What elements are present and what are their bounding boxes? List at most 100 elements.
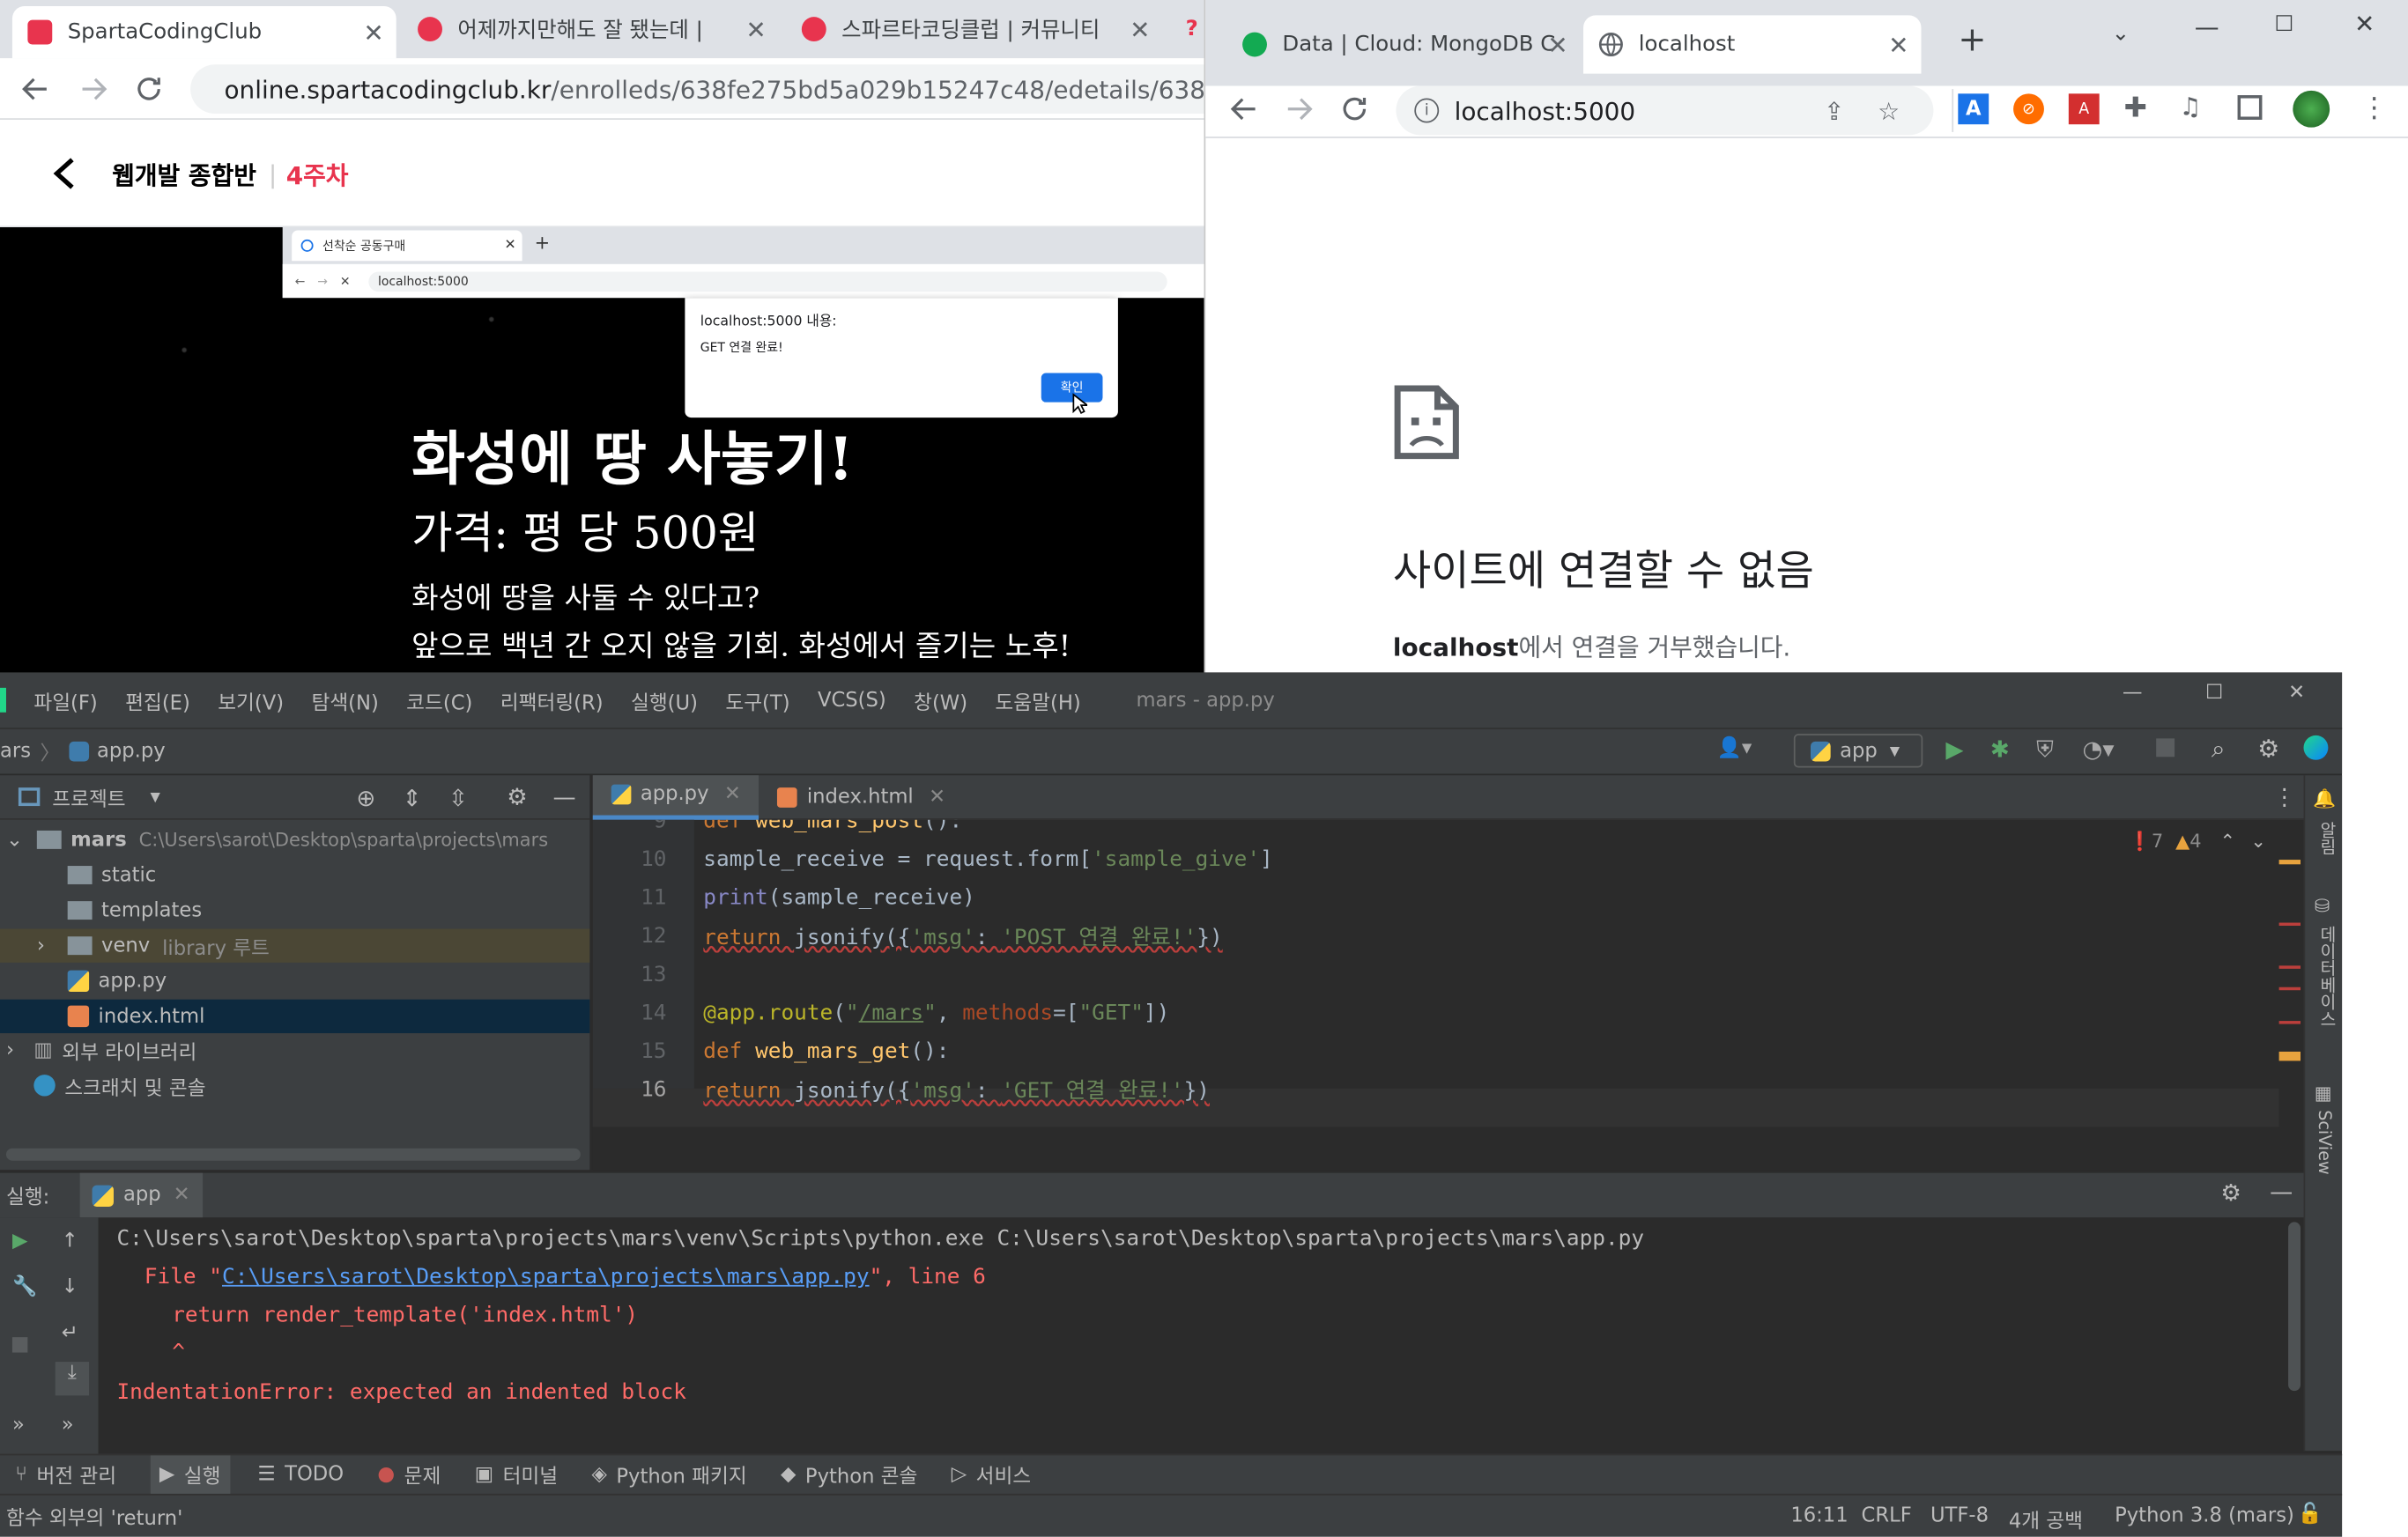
right-address-bar[interactable]: i localhost:5000 ⇪ ☆: [1396, 85, 1934, 136]
status-interpreter[interactable]: Python 3.8 (mars): [2115, 1504, 2294, 1527]
more-actions-icon[interactable]: »: [62, 1414, 74, 1437]
scroll-up-icon[interactable]: ↑: [62, 1230, 78, 1253]
back-chevron-icon[interactable]: [51, 157, 78, 190]
project-horizontal-scrollbar[interactable]: [5, 1148, 581, 1161]
tool-tab-python-console[interactable]: Python 콘솔: [805, 1460, 917, 1489]
left-address-bar[interactable]: online.spartacodingclub.kr/enrolleds/638…: [190, 64, 1235, 114]
close-tab-icon[interactable]: ✕: [1130, 15, 1150, 44]
close-tab-icon[interactable]: ✕: [363, 18, 383, 47]
tool-tab-run[interactable]: ▶ 실행: [150, 1454, 230, 1495]
run-tab-app[interactable]: app ✕: [80, 1172, 203, 1218]
collapse-all-icon[interactable]: ⇳: [448, 785, 468, 812]
tool-tab-vcs[interactable]: 버전 관리: [37, 1460, 117, 1489]
settings-gear-icon[interactable]: ⚙: [2257, 734, 2279, 763]
tab-mongodb[interactable]: Data | Cloud: MongoDB C ✕: [1227, 21, 1581, 67]
lecture-video[interactable]: 선착순 공동구매 ✕ + ← → ✕ localhost:5000 localh…: [0, 226, 1204, 676]
reload-icon[interactable]: [132, 72, 166, 106]
ide-minimize-icon[interactable]: —: [2123, 682, 2143, 705]
tool-tab-services[interactable]: 서비스: [976, 1460, 1032, 1489]
close-editor-tab-icon[interactable]: ✕: [724, 783, 741, 806]
scroll-to-end-icon[interactable]: ⤓: [55, 1362, 90, 1396]
run-config-selector[interactable]: app ▾: [1793, 734, 1923, 768]
tree-index-html[interactable]: index.html: [0, 999, 590, 1034]
tool-tab-problems[interactable]: 문제: [404, 1460, 441, 1489]
menu-view[interactable]: 보기(V): [218, 685, 284, 714]
profile-avatar[interactable]: [2293, 90, 2330, 128]
tool-tab-todo[interactable]: TODO: [285, 1463, 344, 1486]
maximize-icon[interactable]: ☐: [2274, 12, 2293, 37]
menu-vcs[interactable]: VCS(S): [818, 689, 886, 712]
breadcrumb-file[interactable]: app.py: [97, 740, 166, 763]
vcs-user-icon[interactable]: 👤▾: [1717, 737, 1752, 760]
expand-chevron-icon[interactable]: ⌄: [6, 828, 25, 851]
extensions-puzzle-icon[interactable]: ✚: [2124, 92, 2147, 125]
forward-arrow-icon[interactable]: [77, 72, 110, 106]
status-encoding[interactable]: UTF-8: [1930, 1504, 1989, 1527]
close-tab-icon[interactable]: ✕: [1888, 30, 1908, 59]
tab-search-chevron-icon[interactable]: ⌄: [2112, 21, 2130, 46]
rerun-icon[interactable]: ▶: [12, 1230, 27, 1253]
project-dropdown-icon[interactable]: ▾: [151, 786, 160, 809]
close-run-tab-icon[interactable]: ✕: [174, 1184, 190, 1207]
back-arrow-icon[interactable]: [19, 72, 52, 106]
database-tool-label[interactable]: 데이터베이스: [2315, 926, 2339, 1027]
menu-help[interactable]: 도움말(H): [995, 685, 1080, 714]
collapsed-chevron-icon[interactable]: ›: [37, 935, 58, 957]
translate-extension-icon[interactable]: A: [1958, 93, 1989, 125]
menu-navigate[interactable]: 탐색(N): [311, 685, 378, 714]
media-queue-icon[interactable]: ♫: [2179, 92, 2201, 122]
menu-window[interactable]: 창(W): [914, 685, 967, 714]
ad-block-extension-icon[interactable]: ⊘: [2013, 93, 2044, 125]
menu-refactor[interactable]: 리팩터링(R): [500, 685, 604, 714]
sciview-tool-label[interactable]: SciView: [2315, 1110, 2335, 1175]
code-view[interactable]: 9 def web_mars_post(): 10 sample_receive =…: [593, 820, 2279, 1127]
close-editor-tab-icon[interactable]: ✕: [929, 786, 945, 809]
info-icon[interactable]: i: [1414, 98, 1440, 123]
soft-wrap-icon[interactable]: ↵: [62, 1322, 78, 1345]
tree-root-mars[interactable]: ⌄ mars C:\Users\sarot\Desktop\sparta\pro…: [0, 823, 589, 856]
forward-arrow-icon[interactable]: [1282, 92, 1315, 126]
inspection-widget[interactable]: ❗ 7 ▲ 4 ⌃ ⌄: [2129, 831, 2266, 852]
tree-templates[interactable]: templates: [67, 893, 202, 927]
debug-bug-icon[interactable]: ✱: [1990, 735, 2010, 763]
project-panel-title[interactable]: 프로젝트: [52, 782, 125, 811]
coverage-icon[interactable]: ⛨: [2036, 735, 2054, 763]
scroll-down-icon[interactable]: ↓: [62, 1275, 78, 1298]
more-tools-icon[interactable]: »: [12, 1414, 25, 1437]
pdf-extension-icon[interactable]: A: [2068, 93, 2100, 125]
tree-static[interactable]: static: [67, 858, 156, 891]
editor-tabs-menu-icon[interactable]: ⋮: [2273, 783, 2296, 810]
close-tab-icon[interactable]: ✕: [1547, 30, 1567, 59]
tool-tab-python-packages[interactable]: Python 패키지: [616, 1460, 746, 1489]
breadcrumb-project[interactable]: ars: [0, 740, 31, 763]
tab-community-1[interactable]: 어제까지만해도 잘 됐는데 | ✕: [403, 6, 779, 52]
run-panel-gear-icon[interactable]: ⚙: [2220, 1179, 2241, 1207]
profile-run-icon[interactable]: ◔▾: [2083, 735, 2115, 763]
sciview-grid-icon[interactable]: ▦: [2315, 1083, 2332, 1104]
menu-edit[interactable]: 편집(E): [125, 685, 190, 714]
wrench-icon[interactable]: 🔧: [12, 1275, 37, 1298]
minimize-icon[interactable]: —: [2195, 12, 2219, 41]
run-panel-hide-icon[interactable]: —: [2270, 1178, 2293, 1205]
menu-tools[interactable]: 도구(T): [725, 685, 789, 714]
database-icon[interactable]: ⛁: [2315, 895, 2330, 916]
traceback-file-link[interactable]: C:\Users\sarot\Desktop\sparta\projects\m…: [222, 1265, 870, 1289]
ide-close-icon[interactable]: ✕: [2288, 682, 2305, 705]
hide-panel-icon[interactable]: —: [552, 783, 575, 810]
tab-community-2[interactable]: 스파르타코딩클럽 | 커뮤니티 ✕: [786, 6, 1162, 52]
collapsed-chevron-icon[interactable]: ›: [6, 1038, 33, 1061]
notifications-bell-icon[interactable]: 🔔: [2313, 787, 2336, 809]
notifications-tool-label[interactable]: 알림: [2315, 822, 2339, 855]
prev-problem-icon[interactable]: ⌃: [2219, 831, 2235, 852]
close-window-icon[interactable]: ✕: [2354, 9, 2375, 38]
reload-icon[interactable]: [1337, 92, 1371, 126]
jetbrains-toolbox-icon[interactable]: [2303, 735, 2329, 760]
tree-app-py[interactable]: app.py: [67, 964, 167, 998]
tree-venv[interactable]: › venv library 루트: [0, 928, 590, 963]
expand-all-icon[interactable]: ⇕: [403, 785, 422, 812]
run-button-icon[interactable]: ▶: [1945, 735, 1963, 763]
console-scrollbar[interactable]: [2288, 1222, 2301, 1392]
status-lock-icon[interactable]: 🔓: [2298, 1503, 2323, 1526]
status-indent[interactable]: 4개 공백: [2009, 1504, 2083, 1533]
next-problem-icon[interactable]: ⌄: [2250, 831, 2266, 852]
